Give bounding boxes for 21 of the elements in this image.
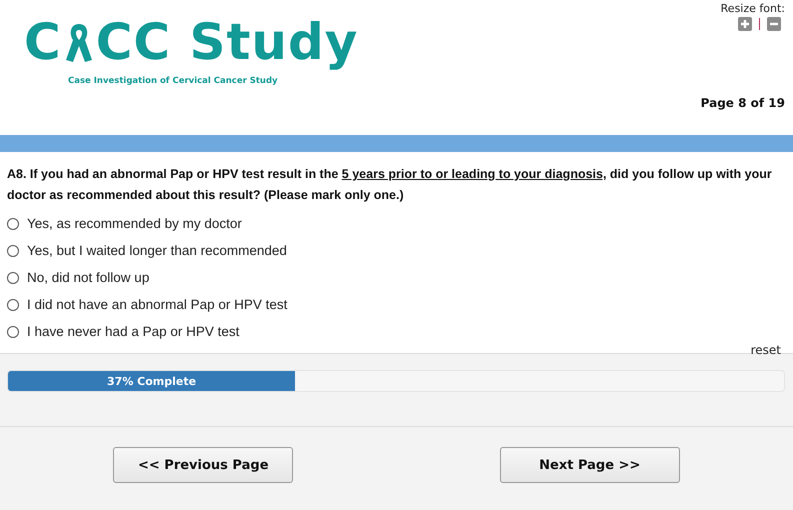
radio-button[interactable] [7,326,19,338]
reset-link[interactable]: reset [750,343,781,357]
radio-button[interactable] [7,272,19,284]
radio-button[interactable] [7,218,19,230]
option-label[interactable]: Yes, as recommended by my doctor [27,216,242,231]
option-label[interactable]: I have never had a Pap or HPV test [27,324,240,339]
resize-font-label: Resize font: [720,2,785,15]
question-text: A8. If you had an abnormal Pap or HPV test result in the 5 years prior to or leading to your diagnosis, did you follow up with your doctor as recommended about this result? (Please mark only one.) [7,166,773,204]
progress-label: 37% Complete [107,374,196,388]
decrease-font-icon[interactable] [767,17,781,31]
previous-page-button[interactable]: << Previous Page [113,447,294,483]
page-indicator: Page 8 of 19 [700,96,785,110]
logo: C CC Study [24,12,358,72]
next-page-button[interactable]: Next Page >> [500,447,680,483]
logo-tagline: Case Investigation of Cervical Cancer Study [68,76,278,86]
option-label[interactable]: I did not have an abnormal Pap or HPV test [27,297,288,312]
increase-font-icon[interactable] [738,17,752,31]
option-label[interactable]: No, did not follow up [27,270,150,285]
option-label[interactable]: Yes, but I waited longer than recommended [27,243,287,258]
radio-button[interactable] [7,244,19,256]
radio-button[interactable] [7,298,19,310]
